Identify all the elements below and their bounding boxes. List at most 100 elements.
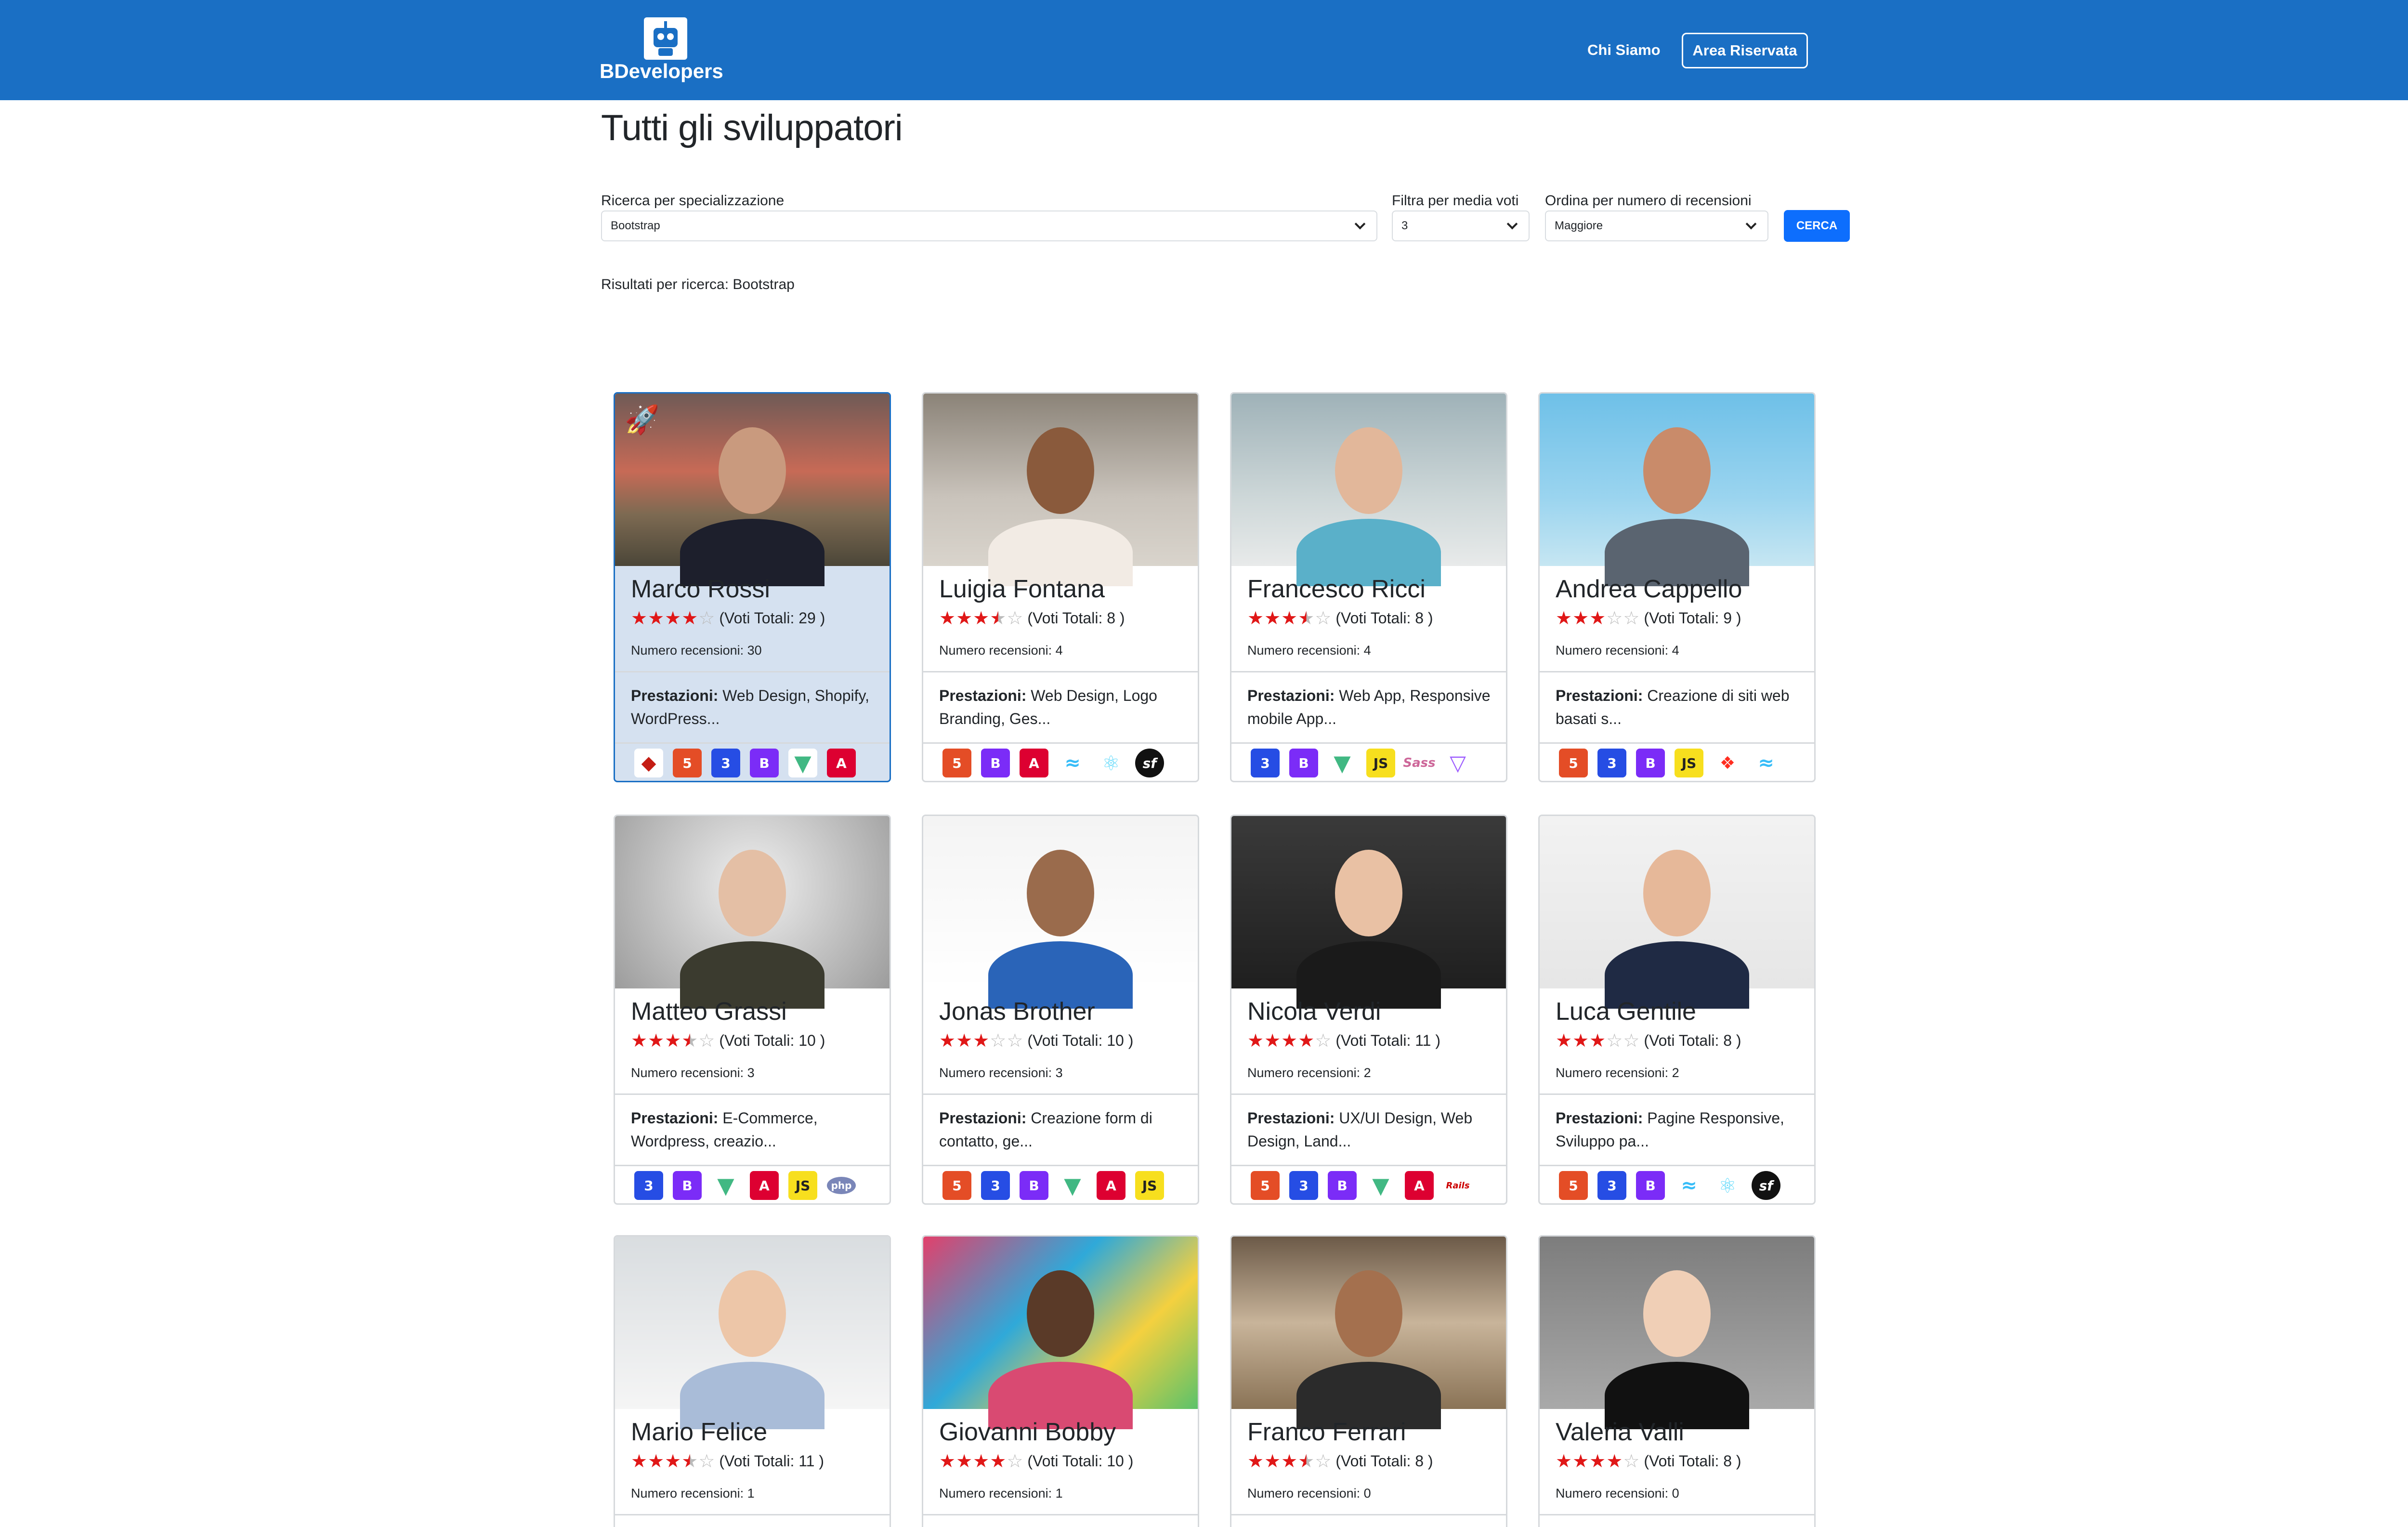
- developer-name[interactable]: Jonas Brother: [939, 997, 1095, 1026]
- card-divider: [615, 1093, 890, 1095]
- developer-photo[interactable]: [923, 1237, 1198, 1429]
- brand-link[interactable]: BDevelopers: [600, 17, 744, 85]
- total-votes: (Voti Totali: 11 ): [1335, 1031, 1440, 1049]
- developer-name[interactable]: Luigia Fontana: [939, 575, 1105, 604]
- star-full-icon: ★: [956, 1450, 973, 1472]
- developer-photo[interactable]: 🚀: [615, 394, 890, 586]
- order-select[interactable]: Maggiore: [1545, 211, 1768, 241]
- developer-photo[interactable]: [1231, 816, 1506, 1009]
- vue-icon: ▼: [1328, 749, 1357, 777]
- developer-photo[interactable]: [923, 394, 1198, 586]
- review-count: Numero recensioni: 3: [939, 1066, 1063, 1080]
- react-icon: ⚛: [1713, 1171, 1742, 1200]
- rating-row: ★★★☆☆ (Voti Totali: 10 ): [939, 1030, 1133, 1051]
- tech-icons: 3 B ▼ A JS php: [634, 1171, 856, 1200]
- css-icon: 3: [711, 749, 740, 777]
- rating-row: ★★★★☆ (Voti Totali: 29 ): [631, 607, 825, 629]
- developer-card[interactable]: Mario Felice ★★★★☆ (Voti Totali: 11 ) Numer…: [614, 1235, 891, 1527]
- star-empty-icon: ☆: [1315, 1450, 1332, 1472]
- total-votes: (Voti Totali: 8 ): [1644, 1031, 1741, 1049]
- star-empty-icon: ☆: [1623, 1030, 1640, 1051]
- chevron-down-icon: [1506, 218, 1518, 230]
- total-votes: (Voti Totali: 8 ): [1027, 609, 1125, 627]
- card-divider: [1540, 1165, 1814, 1166]
- chevron-down-icon: [1354, 218, 1366, 230]
- developer-card[interactable]: 🚀 Marco Rossi ★★★★☆ (Voti Totali: 29 ) Numer…: [614, 392, 891, 782]
- developer-photo[interactable]: [1231, 1237, 1506, 1429]
- card-divider: [615, 671, 890, 672]
- developer-name[interactable]: Marco Rossi: [631, 575, 770, 604]
- developer-card[interactable]: Nicola Verdi ★★★★☆ (Voti Totali: 11 ) Numer…: [1230, 815, 1507, 1205]
- star-full-icon: ★: [631, 1450, 648, 1472]
- html-icon: 5: [942, 749, 971, 777]
- card-divider: [923, 1093, 1198, 1095]
- developer-name[interactable]: Valeria Valli: [1556, 1418, 1684, 1447]
- star-full-icon: ★: [648, 1030, 665, 1051]
- services-label: Prestazioni:: [939, 1109, 1027, 1127]
- vue-icon: ▼: [1058, 1171, 1087, 1200]
- developer-photo[interactable]: [923, 816, 1198, 1009]
- html-icon: 5: [1559, 1171, 1588, 1200]
- card-divider: [1231, 1514, 1506, 1515]
- developer-card[interactable]: Giovanni Bobby ★★★★☆ (Voti Totali: 10 ) Num…: [922, 1235, 1199, 1527]
- developer-card[interactable]: Luigia Fontana ★★★★☆ (Voti Totali: 8 ) Nume…: [922, 392, 1199, 782]
- star-full-icon: ★: [973, 1450, 990, 1472]
- star-full-icon: ★: [939, 1450, 956, 1472]
- developer-name[interactable]: Mario Felice: [631, 1418, 767, 1447]
- developer-card[interactable]: Luca Gentile ★★★☆☆ (Voti Totali: 8 ) Numero…: [1538, 815, 1816, 1205]
- rating-row: ★★★★☆ (Voti Totali: 10 ): [631, 1030, 825, 1051]
- developer-name[interactable]: Andrea Cappello: [1556, 575, 1742, 604]
- services-label: Prestazioni:: [1247, 687, 1335, 704]
- developer-card[interactable]: Jonas Brother ★★★☆☆ (Voti Totali: 10 ) Nume…: [922, 815, 1199, 1205]
- card-divider: [615, 1514, 890, 1515]
- developer-photo[interactable]: [615, 816, 890, 1009]
- photo-face: [1643, 1270, 1711, 1357]
- total-votes: (Voti Totali: 10 ): [1027, 1452, 1134, 1470]
- star-empty-icon: ☆: [698, 607, 716, 629]
- js-icon: JS: [788, 1171, 817, 1200]
- developer-card[interactable]: Franco Ferrari ★★★★☆ (Voti Totali: 8 ) Nume…: [1230, 1235, 1507, 1527]
- order-label: Ordina per numero di recensioni: [1545, 193, 1752, 209]
- chevron-down-icon: [1745, 218, 1757, 230]
- star-full-icon: ★: [1247, 1450, 1265, 1472]
- developer-name[interactable]: Franco Ferrari: [1247, 1418, 1406, 1447]
- developer-card[interactable]: Francesco Ricci ★★★★☆ (Voti Totali: 8 ) Num…: [1230, 392, 1507, 782]
- review-count: Numero recensioni: 4: [939, 643, 1063, 658]
- css-icon: 3: [634, 1171, 663, 1200]
- developer-name[interactable]: Giovanni Bobby: [939, 1418, 1116, 1447]
- developer-name[interactable]: Nicola Verdi: [1247, 997, 1381, 1026]
- star-full-icon: ★: [1606, 1450, 1623, 1472]
- reserved-area-button[interactable]: Area Riservata: [1682, 33, 1808, 68]
- developer-name[interactable]: Matteo Grassi: [631, 997, 787, 1026]
- photo-face: [1335, 427, 1402, 514]
- developer-card[interactable]: Andrea Cappello ★★★☆☆ (Voti Totali: 9 ) Num…: [1538, 392, 1816, 782]
- developer-photo[interactable]: [1540, 394, 1814, 586]
- star-full-icon: ★: [990, 1450, 1007, 1472]
- developer-photo[interactable]: [1540, 1237, 1814, 1429]
- star-full-icon: ★: [1281, 1450, 1298, 1472]
- developer-name[interactable]: Francesco Ricci: [1247, 575, 1426, 604]
- tech-icons: 5 3 B ▼ A JS: [942, 1171, 1164, 1200]
- services-text: Prestazioni: Pagine Responsive, Sviluppo…: [1556, 1106, 1801, 1153]
- nav-link-about[interactable]: Chi Siamo: [1587, 41, 1661, 59]
- developer-card[interactable]: Matteo Grassi ★★★★☆ (Voti Totali: 10 ) Nume…: [614, 815, 891, 1205]
- vue-icon: ▼: [788, 749, 817, 777]
- star-empty-icon: ☆: [1315, 607, 1332, 629]
- developer-photo[interactable]: [1231, 394, 1506, 586]
- search-button[interactable]: CERCA: [1784, 210, 1850, 242]
- total-votes: (Voti Totali: 29 ): [719, 609, 825, 627]
- tech-icons: 5 B A ≈ ⚛ sf: [942, 749, 1164, 777]
- services-label: Prestazioni:: [1556, 687, 1643, 704]
- card-divider: [923, 742, 1198, 744]
- specialization-select[interactable]: Bootstrap: [601, 211, 1377, 241]
- star-empty-icon: ☆: [1007, 607, 1024, 629]
- developer-photo[interactable]: [1540, 816, 1814, 1009]
- developer-name[interactable]: Luca Gentile: [1556, 997, 1696, 1026]
- rating-stars: ★★★★☆: [1247, 1030, 1332, 1051]
- developer-photo[interactable]: [615, 1237, 890, 1429]
- angular-icon: A: [750, 1171, 779, 1200]
- card-divider: [1231, 742, 1506, 744]
- rating-filter-select[interactable]: 3: [1392, 211, 1530, 241]
- services-text: Prestazioni: Creazione form di contatto,…: [939, 1106, 1185, 1153]
- developer-card[interactable]: Valeria Valli ★★★★☆ (Voti Totali: 8 ) Numer…: [1538, 1235, 1816, 1527]
